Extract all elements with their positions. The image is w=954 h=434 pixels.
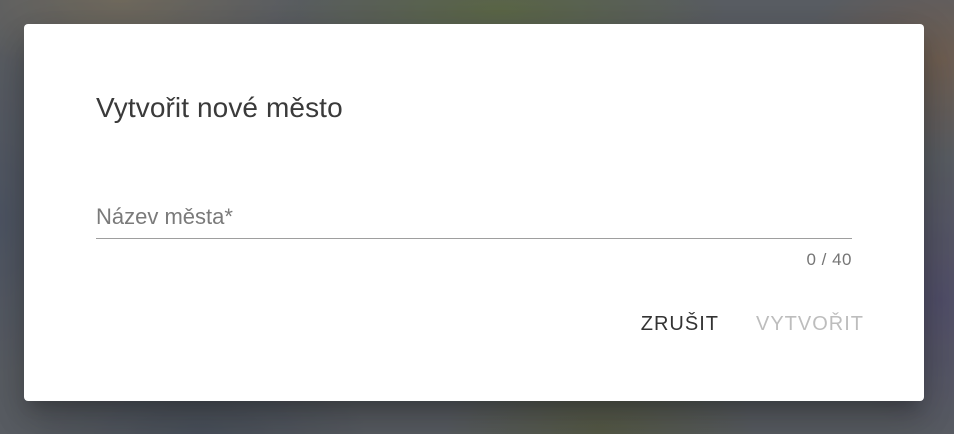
city-name-input[interactable]	[96, 196, 852, 238]
dialog-actions: ZRUŠIT VYTVOŘIT	[616, 306, 876, 342]
cancel-button[interactable]: ZRUŠIT	[629, 306, 731, 342]
character-counter: 0 / 40	[806, 250, 852, 269]
field-underline	[96, 238, 852, 239]
city-name-field	[96, 196, 852, 240]
create-city-dialog: Vytvořit nové město 0 / 40 ZRUŠIT VYTVOŘ…	[24, 24, 924, 401]
create-button[interactable]: VYTVOŘIT	[744, 306, 876, 342]
dialog-title: Vytvořit nové město	[96, 92, 343, 123]
